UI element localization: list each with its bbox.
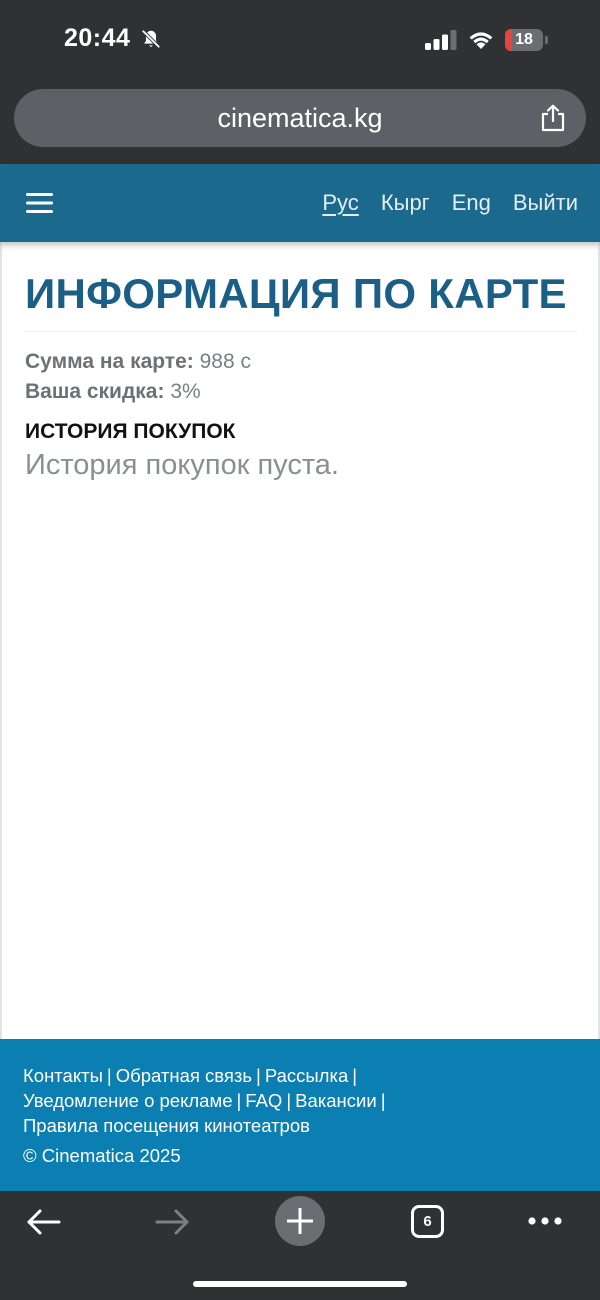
bell-off-icon — [141, 29, 161, 49]
footer-link-ad-notice[interactable]: Уведомление о рекламе — [23, 1090, 232, 1111]
language-nav: Рус Кырг Eng Выйти — [322, 164, 578, 242]
discount-row: Ваша скидка: 3% — [25, 380, 201, 404]
lang-kyrgyz-link[interactable]: Кырг — [381, 190, 430, 216]
browser-top-chrome: 20:44 18 cinematica.kg — [0, 0, 600, 164]
hamburger-menu-icon[interactable] — [26, 192, 53, 214]
home-indicator — [193, 1281, 407, 1287]
status-bar: 20:44 18 — [0, 0, 600, 80]
battery-level: 18 — [515, 31, 533, 48]
site-footer: Контакты | Обратная связь | Рассылка | Уведом… — [0, 1039, 600, 1191]
battery-tip — [545, 36, 548, 44]
footer-separator: | — [380, 1090, 386, 1111]
url-text[interactable]: cinematica.kg — [14, 89, 586, 147]
address-bar[interactable]: cinematica.kg — [14, 89, 586, 147]
purchase-history-empty-message: История покупок пуста. — [25, 449, 339, 481]
footer-separator: | — [106, 1065, 112, 1086]
battery-icon: 18 — [505, 29, 548, 51]
footer-link-vacancies[interactable]: Вакансии — [295, 1090, 377, 1111]
wifi-icon — [469, 32, 493, 49]
discount-value: 3% — [170, 380, 201, 403]
footer-separator: | — [236, 1090, 242, 1111]
signal-icon — [425, 30, 457, 50]
browser-toolbar: 6 — [0, 1191, 600, 1300]
share-icon[interactable] — [540, 104, 566, 132]
main-content: ИНФОРМАЦИЯ ПО КАРТЕ Сумма на карте: 988 … — [0, 242, 600, 1039]
copyright: © Cinematica 2025 — [23, 1145, 181, 1166]
battery-body: 18 — [505, 29, 543, 51]
title-divider — [25, 331, 577, 332]
new-tab-button[interactable] — [275, 1196, 325, 1246]
footer-separator: | — [352, 1065, 358, 1086]
card-balance-value: 988 с — [199, 350, 251, 373]
footer-separator: | — [256, 1065, 261, 1086]
footer-link-faq[interactable]: FAQ — [245, 1090, 282, 1111]
footer-separator: | — [286, 1090, 292, 1111]
lang-russian-link[interactable]: Рус — [322, 190, 358, 216]
card-balance-row: Сумма на карте: 988 с — [25, 350, 251, 374]
lang-english-link[interactable]: Eng — [452, 190, 491, 216]
purchase-history-title: ИСТОРИЯ ПОКУПОК — [25, 420, 236, 443]
discount-label: Ваша скидка: — [25, 380, 165, 403]
footer-link-cinema-rules[interactable]: Правила посещения кинотеатров — [23, 1115, 310, 1136]
tabs-icon[interactable]: 6 — [411, 1205, 444, 1238]
page-title: ИНФОРМАЦИЯ ПО КАРТЕ — [25, 270, 567, 317]
logout-link[interactable]: Выйти — [513, 190, 578, 216]
status-time: 20:44 — [64, 24, 131, 52]
footer-link-newsletter[interactable]: Рассылка — [265, 1065, 348, 1086]
more-dots-icon[interactable] — [528, 1216, 562, 1226]
card-balance-label: Сумма на карте: — [25, 350, 194, 373]
back-arrow-icon[interactable] — [26, 1208, 62, 1236]
site-header: Рус Кырг Eng Выйти — [0, 164, 600, 242]
footer-link-contacts[interactable]: Контакты — [23, 1065, 103, 1086]
new-tab-plus-icon — [287, 1208, 313, 1234]
forward-arrow-icon[interactable] — [154, 1208, 190, 1236]
footer-links: Контакты | Обратная связь | Рассылка | Уведом… — [23, 1063, 583, 1138]
footer-link-feedback[interactable]: Обратная связь — [116, 1065, 252, 1086]
